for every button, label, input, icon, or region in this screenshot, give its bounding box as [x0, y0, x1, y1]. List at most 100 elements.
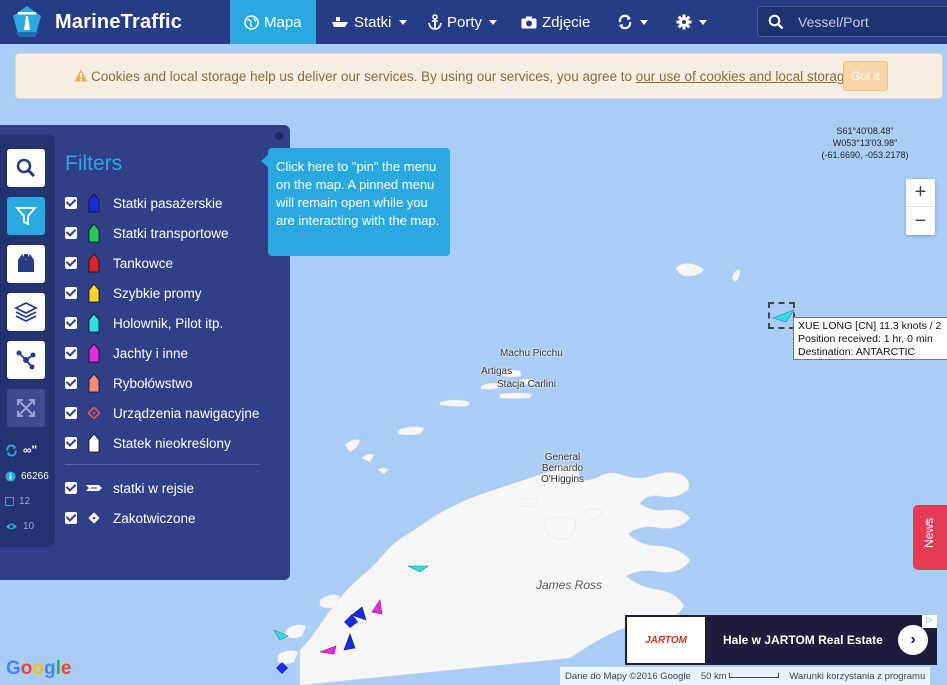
cookie-accept-button[interactable]: Got it: [843, 61, 888, 91]
checkbox[interactable]: [65, 197, 77, 209]
filter-yacht[interactable]: Jachty i inne: [65, 342, 188, 364]
checkbox[interactable]: [65, 257, 77, 269]
ship-icon: [332, 17, 348, 27]
views-count: 10: [5, 521, 34, 532]
checkbox[interactable]: [65, 437, 77, 449]
filter-label: Statki transportowe: [113, 225, 229, 241]
chevron-down-icon: [489, 19, 498, 25]
nav-photos-label: Zdjęcie: [542, 13, 591, 31]
checkbox[interactable]: [65, 287, 77, 299]
longitude: W053°13'03.98": [832, 138, 898, 148]
vessel-type-icon: [85, 223, 103, 243]
adchoices-icon[interactable]: ▷: [922, 615, 937, 628]
checkbox[interactable]: [65, 512, 77, 524]
nav-sync-dropdown[interactable]: [617, 0, 648, 44]
vessel-type-icon: [85, 403, 103, 423]
place-james-ross: James Ross: [536, 578, 603, 592]
filter-underway[interactable]: statki w rejsie: [65, 477, 194, 499]
vessel-name-speed: XUE LONG [CN] 11.3 knots / 2: [798, 320, 942, 332]
cookie-text: Cookies and local storage help us delive…: [91, 69, 856, 84]
search-icon: [16, 158, 36, 178]
checkbox[interactable]: [65, 377, 77, 389]
filter-tug-pilot[interactable]: Holownik, Pilot itp.: [65, 312, 223, 334]
vessel-type-icon: [85, 193, 103, 213]
filter-label: Rybołówstwo: [113, 375, 193, 391]
chevron-down-icon: [398, 19, 407, 25]
filter-label: statki w rejsie: [113, 480, 195, 496]
decimal-coords: (-61.6690, -053.2178): [821, 150, 909, 160]
fleet-icon: [18, 254, 34, 272]
refresh-interval[interactable]: ∞": [5, 443, 37, 457]
filter-label: Urządzenia nawigacyjne: [113, 405, 260, 421]
gear-icon: [676, 14, 692, 30]
filter-fishing[interactable]: Rybołówstwo: [65, 372, 193, 394]
brand-name[interactable]: MarineTraffic: [55, 11, 182, 34]
zoom-out-button[interactable]: −: [906, 207, 935, 235]
sidebar-fleet-button[interactable]: [7, 245, 45, 283]
checkbox[interactable]: [65, 482, 77, 494]
latitude: S61°40'08.48": [836, 126, 894, 136]
vessel-destination: Destination: ANTARCTIC: [798, 346, 916, 358]
nav-map-button[interactable]: Mapa: [230, 0, 316, 44]
vessel-type-icon: [85, 283, 103, 303]
terms-link[interactable]: Warunki korzystania z programu: [789, 671, 925, 682]
checkbox[interactable]: [65, 317, 77, 329]
chevron-down-icon: [699, 19, 707, 25]
filters-title: Filters: [65, 152, 123, 175]
filter-tanker[interactable]: Tankowce: [65, 252, 173, 274]
map-scale[interactable]: 50 km: [701, 671, 780, 682]
anchor-icon: [428, 14, 442, 30]
google-logo: Google: [6, 658, 72, 679]
cookie-message: Cookies and local storage help us delive…: [91, 69, 636, 84]
filter-passenger[interactable]: Statki pasażerskie: [65, 192, 223, 214]
top-navbar: MarineTraffic Mapa Statki Porty Zdjęcie: [0, 0, 947, 44]
checkbox[interactable]: [65, 227, 77, 239]
filter-label: Holownik, Pilot itp.: [113, 315, 224, 331]
search-icon: [768, 14, 784, 30]
place-ohiggins-line3: O'Higgins: [540, 474, 585, 485]
refresh-icon: [6, 444, 17, 456]
selected-count-value: 12: [19, 496, 31, 507]
vessels-count: 66266: [5, 471, 49, 482]
sidebar-layers-button[interactable]: [7, 293, 45, 331]
sidebar-network-button[interactable]: [7, 341, 45, 379]
vessel-port-search[interactable]: [757, 6, 947, 37]
status-icon: [85, 478, 103, 498]
place-machu-picchu: Machu Picchu: [500, 348, 563, 359]
checkbox[interactable]: [65, 347, 77, 359]
place-stacja-carlini: Stacja Carlini: [497, 379, 556, 390]
ad-logo-text: JARTOM: [645, 634, 687, 646]
filter-unspecified[interactable]: Statek nieokreślony: [65, 432, 231, 454]
nav-settings-dropdown[interactable]: [676, 0, 707, 44]
vessel-selection-box[interactable]: [768, 302, 795, 329]
search-input[interactable]: [798, 12, 943, 32]
views-count-value: 10: [23, 521, 35, 532]
filter-high-speed[interactable]: Szybkie promy: [65, 282, 202, 304]
map-data-credit[interactable]: Dane do Mapy ©2016 Google: [565, 671, 691, 682]
nav-vessels-label: Statki: [354, 13, 392, 31]
vessel-type-icon: [85, 373, 103, 393]
filter-cargo[interactable]: Statki transportowe: [65, 222, 229, 244]
advertisement-banner[interactable]: JARTOM Hale w JARTOM Real Estate › ▷: [625, 615, 937, 665]
filter-anchored[interactable]: Zakotwiczone: [65, 507, 196, 529]
nav-vessels-dropdown[interactable]: Statki: [331, 0, 407, 44]
refresh-icon: [618, 14, 632, 30]
sidebar-fullscreen-button[interactable]: [7, 389, 45, 427]
ad-title: Hale w JARTOM Real Estate: [723, 633, 883, 647]
sidebar-search-button[interactable]: [7, 149, 45, 187]
marinetraffic-logo-icon[interactable]: [8, 4, 46, 40]
filters-divider: [65, 464, 260, 465]
zoom-in-button[interactable]: +: [906, 179, 935, 207]
filter-label: Statki pasażerskie: [113, 195, 223, 211]
layers-icon: [14, 301, 38, 323]
nav-photos-button[interactable]: Zdjęcie: [521, 0, 590, 44]
pin-menu-button[interactable]: [275, 132, 283, 140]
cookie-policy-link[interactable]: our use of cookies and local storage: [636, 69, 852, 84]
filter-navigation-aid[interactable]: Urządzenia nawigacyjne: [65, 402, 259, 424]
checkbox[interactable]: [65, 407, 77, 419]
sidebar-filter-button[interactable]: [7, 197, 45, 235]
ad-arrow-button[interactable]: ›: [898, 625, 928, 655]
warning-icon: [74, 69, 88, 82]
news-tab[interactable]: ‹ News: [913, 505, 947, 570]
nav-ports-dropdown[interactable]: Porty: [428, 0, 498, 44]
